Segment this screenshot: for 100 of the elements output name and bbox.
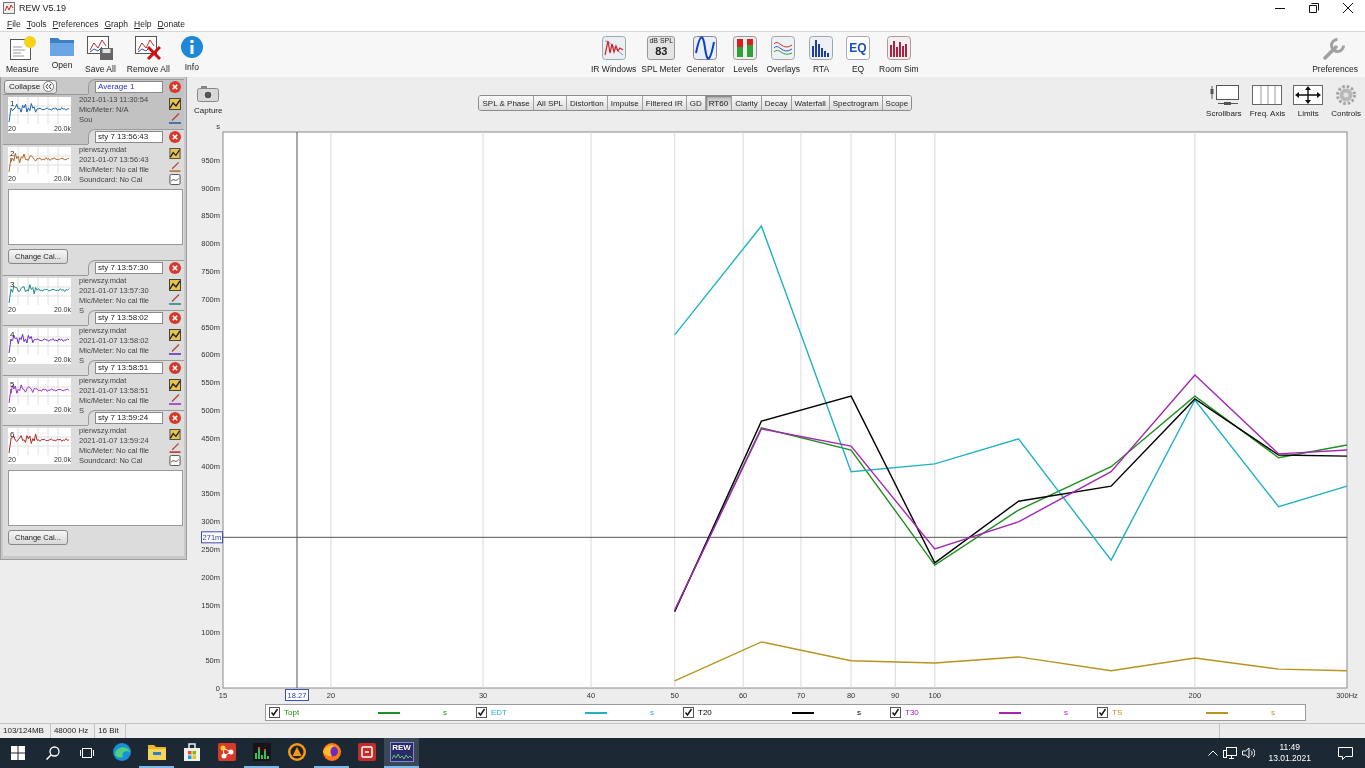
menu-item[interactable]: File [4,18,24,29]
measurement-number: 5 [10,380,15,389]
document-chart-icon[interactable] [169,455,181,466]
generator-button[interactable]: Generator [686,36,725,74]
name-field[interactable]: Average 1 [95,81,163,93]
graph-tab[interactable]: Clarity [732,96,762,110]
scrollbars-icon [1208,85,1239,105]
levels-button[interactable]: Levels [729,36,762,74]
checkbox[interactable] [683,707,694,718]
measurement-number: 6 [10,430,15,439]
limits-button[interactable]: Limits [1293,85,1324,118]
ir-windows-button[interactable]: IR Windows [591,36,637,74]
controls-button[interactable]: Controls [1331,85,1361,118]
message-icon[interactable] [1338,746,1353,760]
graph-tab[interactable]: Impulse [607,96,643,110]
measurement-tab[interactable]: sty 7 13:59:24 [88,410,184,425]
taskbar-app-button[interactable]: REW [384,738,419,768]
measurement-tab[interactable]: Average 1 [88,79,184,94]
close-icon[interactable] [169,131,181,143]
graph-tab[interactable]: All SPL [533,96,567,110]
close-icon[interactable] [169,312,181,324]
eq-button[interactable]: EQ EQ [842,36,874,74]
overlays-button[interactable]: Overlays [766,36,800,74]
sine-wave-icon [693,36,718,60]
menu-item[interactable]: Tools [23,18,50,29]
pen-line-icon[interactable] [169,442,181,453]
close-icon[interactable] [169,262,181,274]
graph-tab[interactable]: Waterfall [791,96,830,110]
graph-tab[interactable]: Spectrogram [829,96,883,110]
graph-tab[interactable]: Scope [882,96,912,110]
monitor-icon[interactable] [1223,747,1238,759]
graph-tab[interactable]: Decay [761,96,792,110]
flame-globe-icon [322,743,341,761]
unit-label: s [443,708,447,717]
close-icon[interactable] [169,362,181,374]
checkbox[interactable] [1097,707,1108,718]
close-icon[interactable] [169,81,181,93]
graph-tab[interactable]: RT60 [705,96,733,110]
grid-logo-icon [11,746,25,760]
chevron-up-icon[interactable] [1208,750,1219,756]
checkbox[interactable] [269,707,280,718]
menu-item[interactable]: Donate [154,18,188,29]
menu-item[interactable]: Help [131,18,155,29]
name-field[interactable]: sty 7 13:59:24 [95,412,163,424]
line-swatch-icon [585,711,607,714]
search-icon [46,746,60,760]
name-field[interactable]: sty 7 13:56:43 [95,131,163,143]
chart-pencil-icon[interactable] [169,279,181,291]
measurement-tab[interactable]: sty 7 13:56:43 [88,129,184,144]
line-swatch-icon [792,711,814,714]
clock-button[interactable]: 11:49 13.01.2021 [1260,742,1319,764]
rta-button[interactable]: RTA [805,36,837,74]
pen-line-icon[interactable] [169,161,181,172]
collapse-button[interactable]: Collapse [4,79,58,94]
close-icon[interactable] [169,412,181,424]
info-button[interactable]: Info [180,36,203,74]
graph-tab[interactable]: SPL & Phase [479,96,534,110]
chart-pencil-icon[interactable] [169,329,181,341]
notes-field[interactable] [8,189,183,245]
unit-label: s [857,708,861,717]
info-icon [180,36,203,58]
pen-line-icon[interactable] [169,343,181,355]
measurement-tab[interactable]: sty 7 13:58:02 [88,310,184,325]
level-bars-icon [733,36,758,60]
document-chart-icon[interactable] [169,174,181,185]
name-field[interactable]: sty 7 13:58:51 [95,362,163,374]
chart-pencil-icon[interactable] [169,429,181,440]
series-name: T20 [698,708,713,717]
capture-button[interactable]: Capture [194,86,223,115]
checkbox[interactable] [890,707,901,718]
gear-icon [1336,85,1357,105]
graph-tab[interactable]: Distortion [567,96,608,110]
name-field[interactable]: sty 7 13:58:02 [95,312,163,324]
checkbox[interactable] [476,707,487,718]
cursor-line[interactable] [222,536,1348,538]
move-arrows-icon [1293,85,1324,105]
line-swatch-icon [999,711,1021,714]
open-button[interactable]: Open [50,36,75,74]
chart-pencil-icon[interactable] [169,148,181,159]
graph-tab[interactable]: Filtered IR [642,96,687,110]
menu-item[interactable]: Graph [101,18,132,29]
save-all-button[interactable]: Save All [85,36,116,74]
series-name: Topt [284,708,301,717]
equalizer-icon [252,743,271,761]
room-sim-button[interactable]: Room Sim [879,36,919,74]
preferences-button[interactable]: Preferences [1312,36,1358,74]
remove-all-button[interactable]: Remove All [126,36,170,74]
chart-pencil-icon[interactable] [169,379,181,391]
bar-chart-icon [886,36,911,60]
menu-item[interactable]: Preferences [49,18,102,29]
series-name: T30 [905,708,920,717]
name-field[interactable]: sty 7 13:57:30 [95,262,163,274]
measure-button[interactable]: Measure [6,36,40,74]
freq-axis-button[interactable]: Freq. Axis [1249,85,1286,118]
measurement-tab[interactable]: sty 7 13:58:51 [88,360,184,375]
speaker-icon[interactable] [1242,747,1256,759]
measurement-tab[interactable]: sty 7 13:57:30 [88,260,184,275]
scrollbars-button[interactable]: Scrollbars [1206,85,1242,118]
chart-pencil-icon[interactable] [169,98,181,110]
notes-field[interactable] [8,470,183,526]
